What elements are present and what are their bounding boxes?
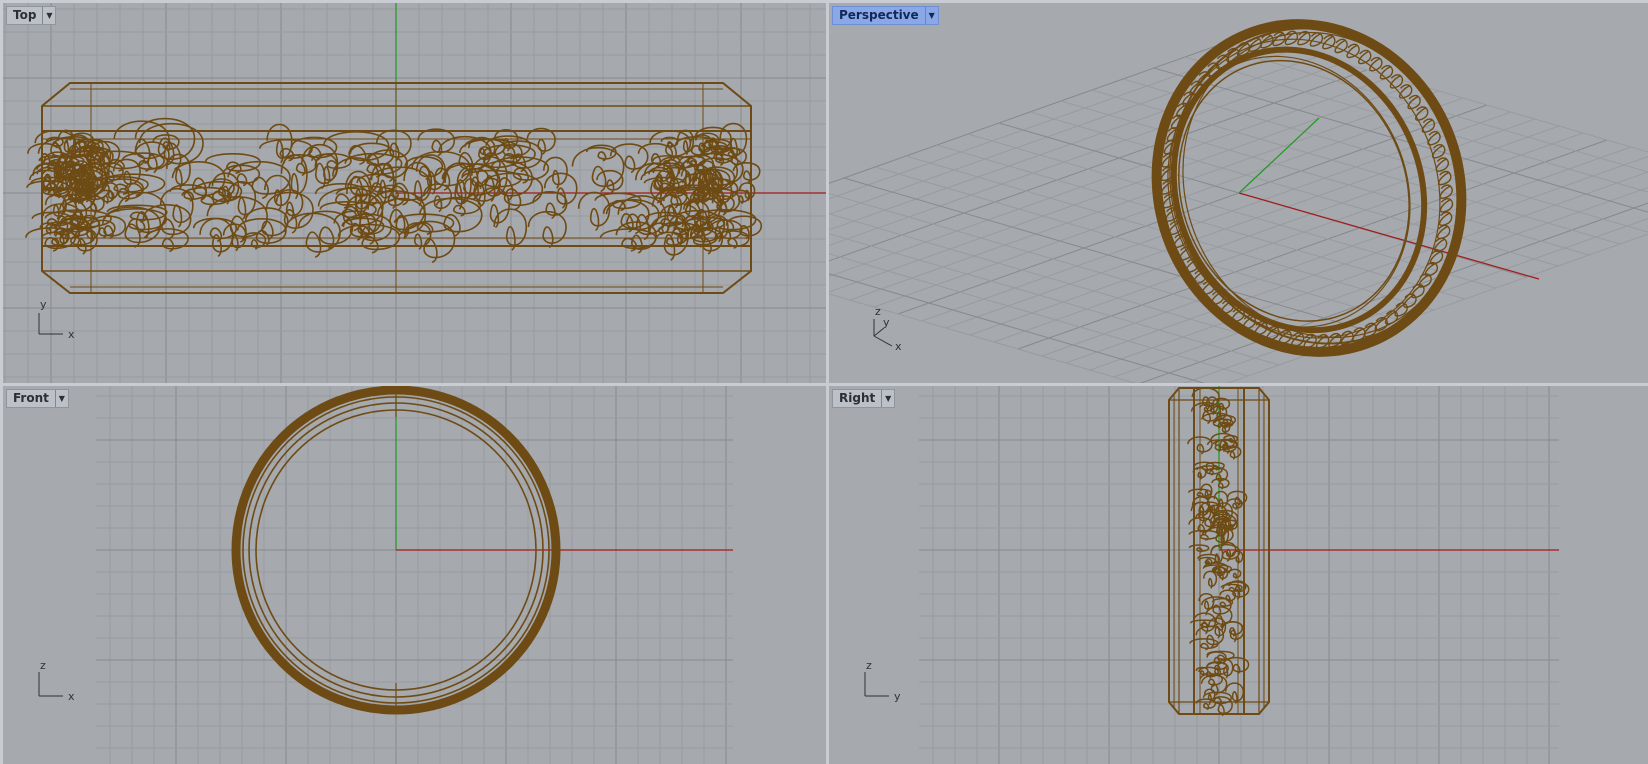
chevron-down-icon[interactable]: ▼ [42, 7, 55, 24]
viewport-title[interactable]: Top [7, 7, 42, 24]
axis-label-y: y [40, 298, 47, 311]
perspective-view-canvas: z y x [829, 19, 1648, 383]
viewport-title[interactable]: Right [833, 390, 881, 407]
axis-indicator: z y [864, 659, 901, 703]
axis-indicator: y x [38, 298, 75, 341]
viewport-perspective[interactable]: Perspective ▼ z y x [829, 3, 1648, 383]
axis-label-z: z [866, 659, 872, 672]
celtic-pattern-top [25, 117, 763, 264]
viewport-title[interactable]: Front [7, 390, 55, 407]
viewport-title[interactable]: Perspective [833, 7, 925, 24]
chevron-down-icon[interactable]: ▼ [881, 390, 894, 407]
axis-label-x: x [895, 340, 902, 353]
axis-label-z: z [40, 659, 46, 672]
axis-label-y: y [894, 690, 901, 703]
right-view-canvas: z y [864, 386, 1559, 764]
viewport-tab-front[interactable]: Front ▼ [6, 389, 69, 408]
viewport-tab-top[interactable]: Top ▼ [6, 6, 57, 25]
front-view-canvas: z x [38, 386, 733, 764]
axis-label-x: x [68, 690, 75, 703]
viewport-front[interactable]: Front ▼ z x [3, 386, 826, 764]
axis-indicator: z y x [873, 305, 902, 353]
viewport-tab-right[interactable]: Right ▼ [832, 389, 896, 408]
viewport-top[interactable]: Top ▼ y x [3, 3, 826, 383]
viewport-right[interactable]: Right ▼ z y [829, 386, 1648, 764]
grid [919, 386, 1559, 764]
axis-indicator: z x [38, 659, 75, 703]
chevron-down-icon[interactable]: ▼ [54, 390, 68, 407]
viewport-workspace: Top ▼ y x Perspective ▼ z y x Front ▼ z … [0, 0, 1648, 764]
axis-label-z: z [875, 305, 881, 318]
axis-label-y: y [883, 316, 890, 329]
viewport-tab-perspective[interactable]: Perspective ▼ [832, 6, 939, 25]
top-view-canvas: y x [3, 3, 826, 383]
chevron-down-icon[interactable]: ▼ [924, 7, 938, 24]
axis-label-x: x [68, 328, 75, 341]
y-axis-line [1238, 117, 1320, 194]
